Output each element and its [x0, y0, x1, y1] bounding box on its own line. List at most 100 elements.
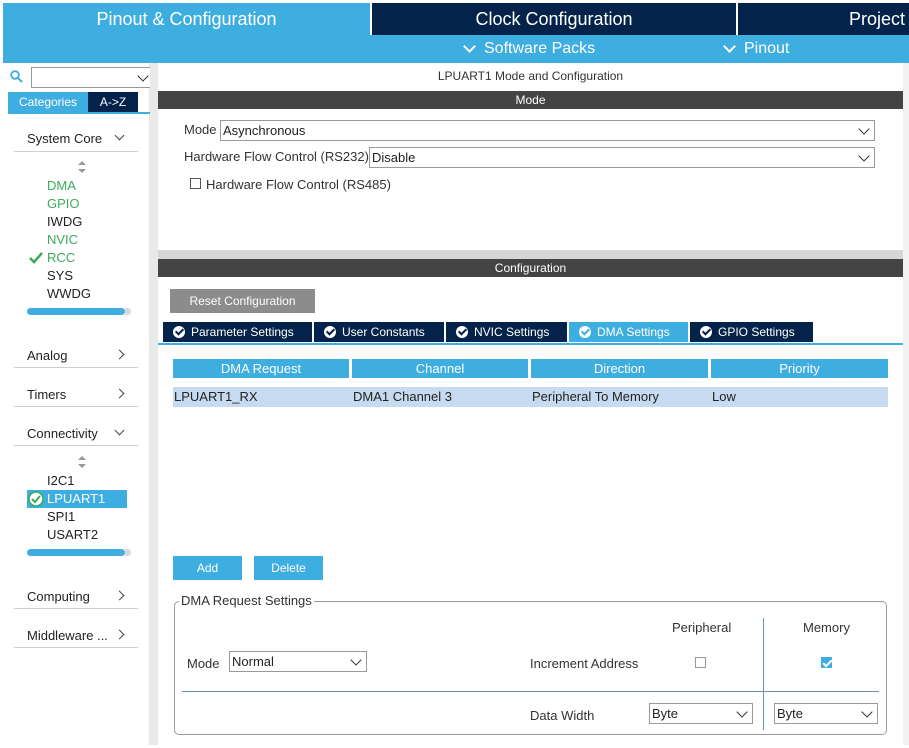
- hfc-rs485-label: Hardware Flow Control (RS485): [206, 177, 391, 192]
- hfc-rs485-checkbox[interactable]: [190, 178, 201, 189]
- chevron-down-icon: [350, 654, 362, 666]
- category-label: Middleware ...: [27, 627, 108, 643]
- chevron-right-icon: [114, 388, 125, 399]
- tab-a-to-z[interactable]: A->Z: [88, 92, 138, 112]
- list-item-i2c1[interactable]: I2C1: [47, 472, 74, 490]
- list-item-sys[interactable]: SYS: [47, 267, 73, 285]
- section-divider: [158, 250, 903, 259]
- divider: [14, 406, 138, 407]
- tab-clock-configuration[interactable]: Clock Configuration: [372, 3, 736, 35]
- column-header-dma-request[interactable]: DMA Request: [173, 359, 349, 378]
- search-input[interactable]: [31, 67, 152, 88]
- chevron-down-icon: [736, 706, 748, 718]
- divider: [14, 608, 138, 609]
- divider: [14, 647, 138, 648]
- sidebar-scrollbar[interactable]: [150, 63, 158, 745]
- divider: [14, 151, 138, 152]
- mode-section-header: Mode: [158, 91, 903, 109]
- horizontal-scrollbar[interactable]: [27, 308, 131, 315]
- row-divider: [182, 691, 879, 692]
- table-cell[interactable]: Low: [711, 387, 888, 407]
- chevron-down-icon: [858, 123, 870, 135]
- main-scrollbar[interactable]: [903, 63, 909, 745]
- category-analog[interactable]: Analog: [27, 345, 137, 365]
- configuration-section-header: Configuration: [158, 259, 903, 277]
- category-computing[interactable]: Computing: [27, 586, 137, 606]
- category-middleware[interactable]: Middleware ...: [27, 625, 137, 645]
- column-header-channel[interactable]: Channel: [352, 359, 528, 378]
- chevron-down-icon: [114, 130, 125, 141]
- software-packs-menu[interactable]: Software Packs: [463, 35, 596, 63]
- top-tab-bar: Pinout & Configuration Clock Configurati…: [0, 0, 909, 35]
- memory-increment-checkbox[interactable]: [821, 657, 832, 668]
- sort-arrows-icon[interactable]: [77, 456, 87, 468]
- pinout-menu[interactable]: Pinout: [723, 35, 790, 63]
- category-label: Connectivity: [27, 425, 98, 441]
- software-packs-label: Software Packs: [484, 40, 596, 57]
- dma-mode-value: Normal: [232, 654, 274, 669]
- column-divider: [763, 618, 764, 730]
- tab-nvic-settings[interactable]: NVIC Settings: [446, 322, 567, 342]
- category-label: System Core: [27, 130, 103, 146]
- category-connectivity[interactable]: Connectivity: [27, 423, 137, 443]
- tab-project-manager[interactable]: Project: [738, 3, 909, 35]
- memory-column-header: Memory: [803, 620, 850, 635]
- memory-data-width-select[interactable]: Byte: [774, 703, 878, 724]
- chevron-down-icon: [861, 706, 873, 718]
- peripheral-increment-checkbox[interactable]: [695, 657, 706, 668]
- category-system-core[interactable]: System Core: [27, 128, 137, 148]
- list-item-dma[interactable]: DMA: [47, 177, 76, 195]
- sub-menu-bar: Software Packs Pinout: [3, 35, 909, 63]
- app-window: Pinout & Configuration Clock Configurati…: [0, 0, 909, 748]
- group-legend: DMA Request Settings: [179, 593, 314, 608]
- check-circle-icon: [173, 326, 185, 338]
- check-circle-icon: [28, 491, 44, 507]
- sort-arrows-icon[interactable]: [77, 161, 87, 173]
- list-item-gpio[interactable]: GPIO: [47, 195, 80, 213]
- peripheral-data-width-select[interactable]: Byte: [649, 703, 753, 724]
- main-panel: LPUART1 Mode and Configuration Mode Mode…: [158, 63, 903, 745]
- check-circle-icon: [456, 326, 468, 338]
- column-header-direction[interactable]: Direction: [531, 359, 708, 378]
- dma-request-settings-group: DMA Request Settings Peripheral Memory M…: [174, 593, 887, 735]
- table-cell[interactable]: LPUART1_RX: [173, 387, 352, 407]
- hfc-rs232-select[interactable]: Disable: [369, 147, 875, 168]
- mode-select[interactable]: Asynchronous: [220, 120, 875, 141]
- category-timers[interactable]: Timers: [27, 384, 137, 404]
- list-item-rcc[interactable]: RCC: [47, 249, 75, 267]
- check-circle-icon: [579, 326, 591, 338]
- dma-mode-select[interactable]: Normal: [229, 651, 367, 672]
- tab-parameter-settings[interactable]: Parameter Settings: [163, 322, 312, 342]
- data-width-label: Data Width: [530, 708, 595, 723]
- tab-dma-settings[interactable]: DMA Settings: [569, 322, 688, 342]
- list-item-spi1[interactable]: SPI1: [47, 508, 75, 526]
- category-label: Timers: [27, 386, 67, 402]
- tab-label: DMA Settings: [597, 325, 670, 339]
- chevron-down-icon: [114, 425, 125, 436]
- tab-gpio-settings[interactable]: GPIO Settings: [690, 322, 813, 342]
- list-item-nvic[interactable]: NVIC: [47, 231, 78, 249]
- peripheral-data-width-value: Byte: [652, 706, 679, 721]
- pinout-label: Pinout: [744, 40, 790, 57]
- divider: [14, 367, 138, 368]
- add-button[interactable]: Add: [173, 556, 242, 580]
- search-icon[interactable]: [10, 70, 23, 83]
- tab-label: User Constants: [342, 325, 425, 339]
- mode-label: Mode: [184, 122, 217, 137]
- chevron-right-icon: [114, 629, 125, 640]
- list-item-usart2[interactable]: USART2: [47, 526, 98, 544]
- tab-pinout-configuration[interactable]: Pinout & Configuration: [3, 3, 370, 35]
- sidebar: Categories A->Z System Core DMA GPIO IWD…: [3, 63, 152, 745]
- table-cell[interactable]: DMA1 Channel 3: [352, 387, 531, 407]
- table-cell[interactable]: Peripheral To Memory: [531, 387, 711, 407]
- tab-categories[interactable]: Categories: [8, 92, 88, 112]
- tab-user-constants[interactable]: User Constants: [314, 322, 444, 342]
- delete-button[interactable]: Delete: [254, 556, 323, 580]
- column-header-priority[interactable]: Priority: [711, 359, 888, 378]
- chevron-down-icon: [858, 150, 870, 162]
- reset-configuration-button[interactable]: Reset Configuration: [170, 289, 315, 313]
- horizontal-scrollbar[interactable]: [27, 549, 131, 556]
- list-item-wwdg[interactable]: WWDG: [47, 285, 91, 303]
- list-item-iwdg[interactable]: IWDG: [47, 213, 82, 231]
- chevron-down-icon[interactable]: [137, 70, 149, 82]
